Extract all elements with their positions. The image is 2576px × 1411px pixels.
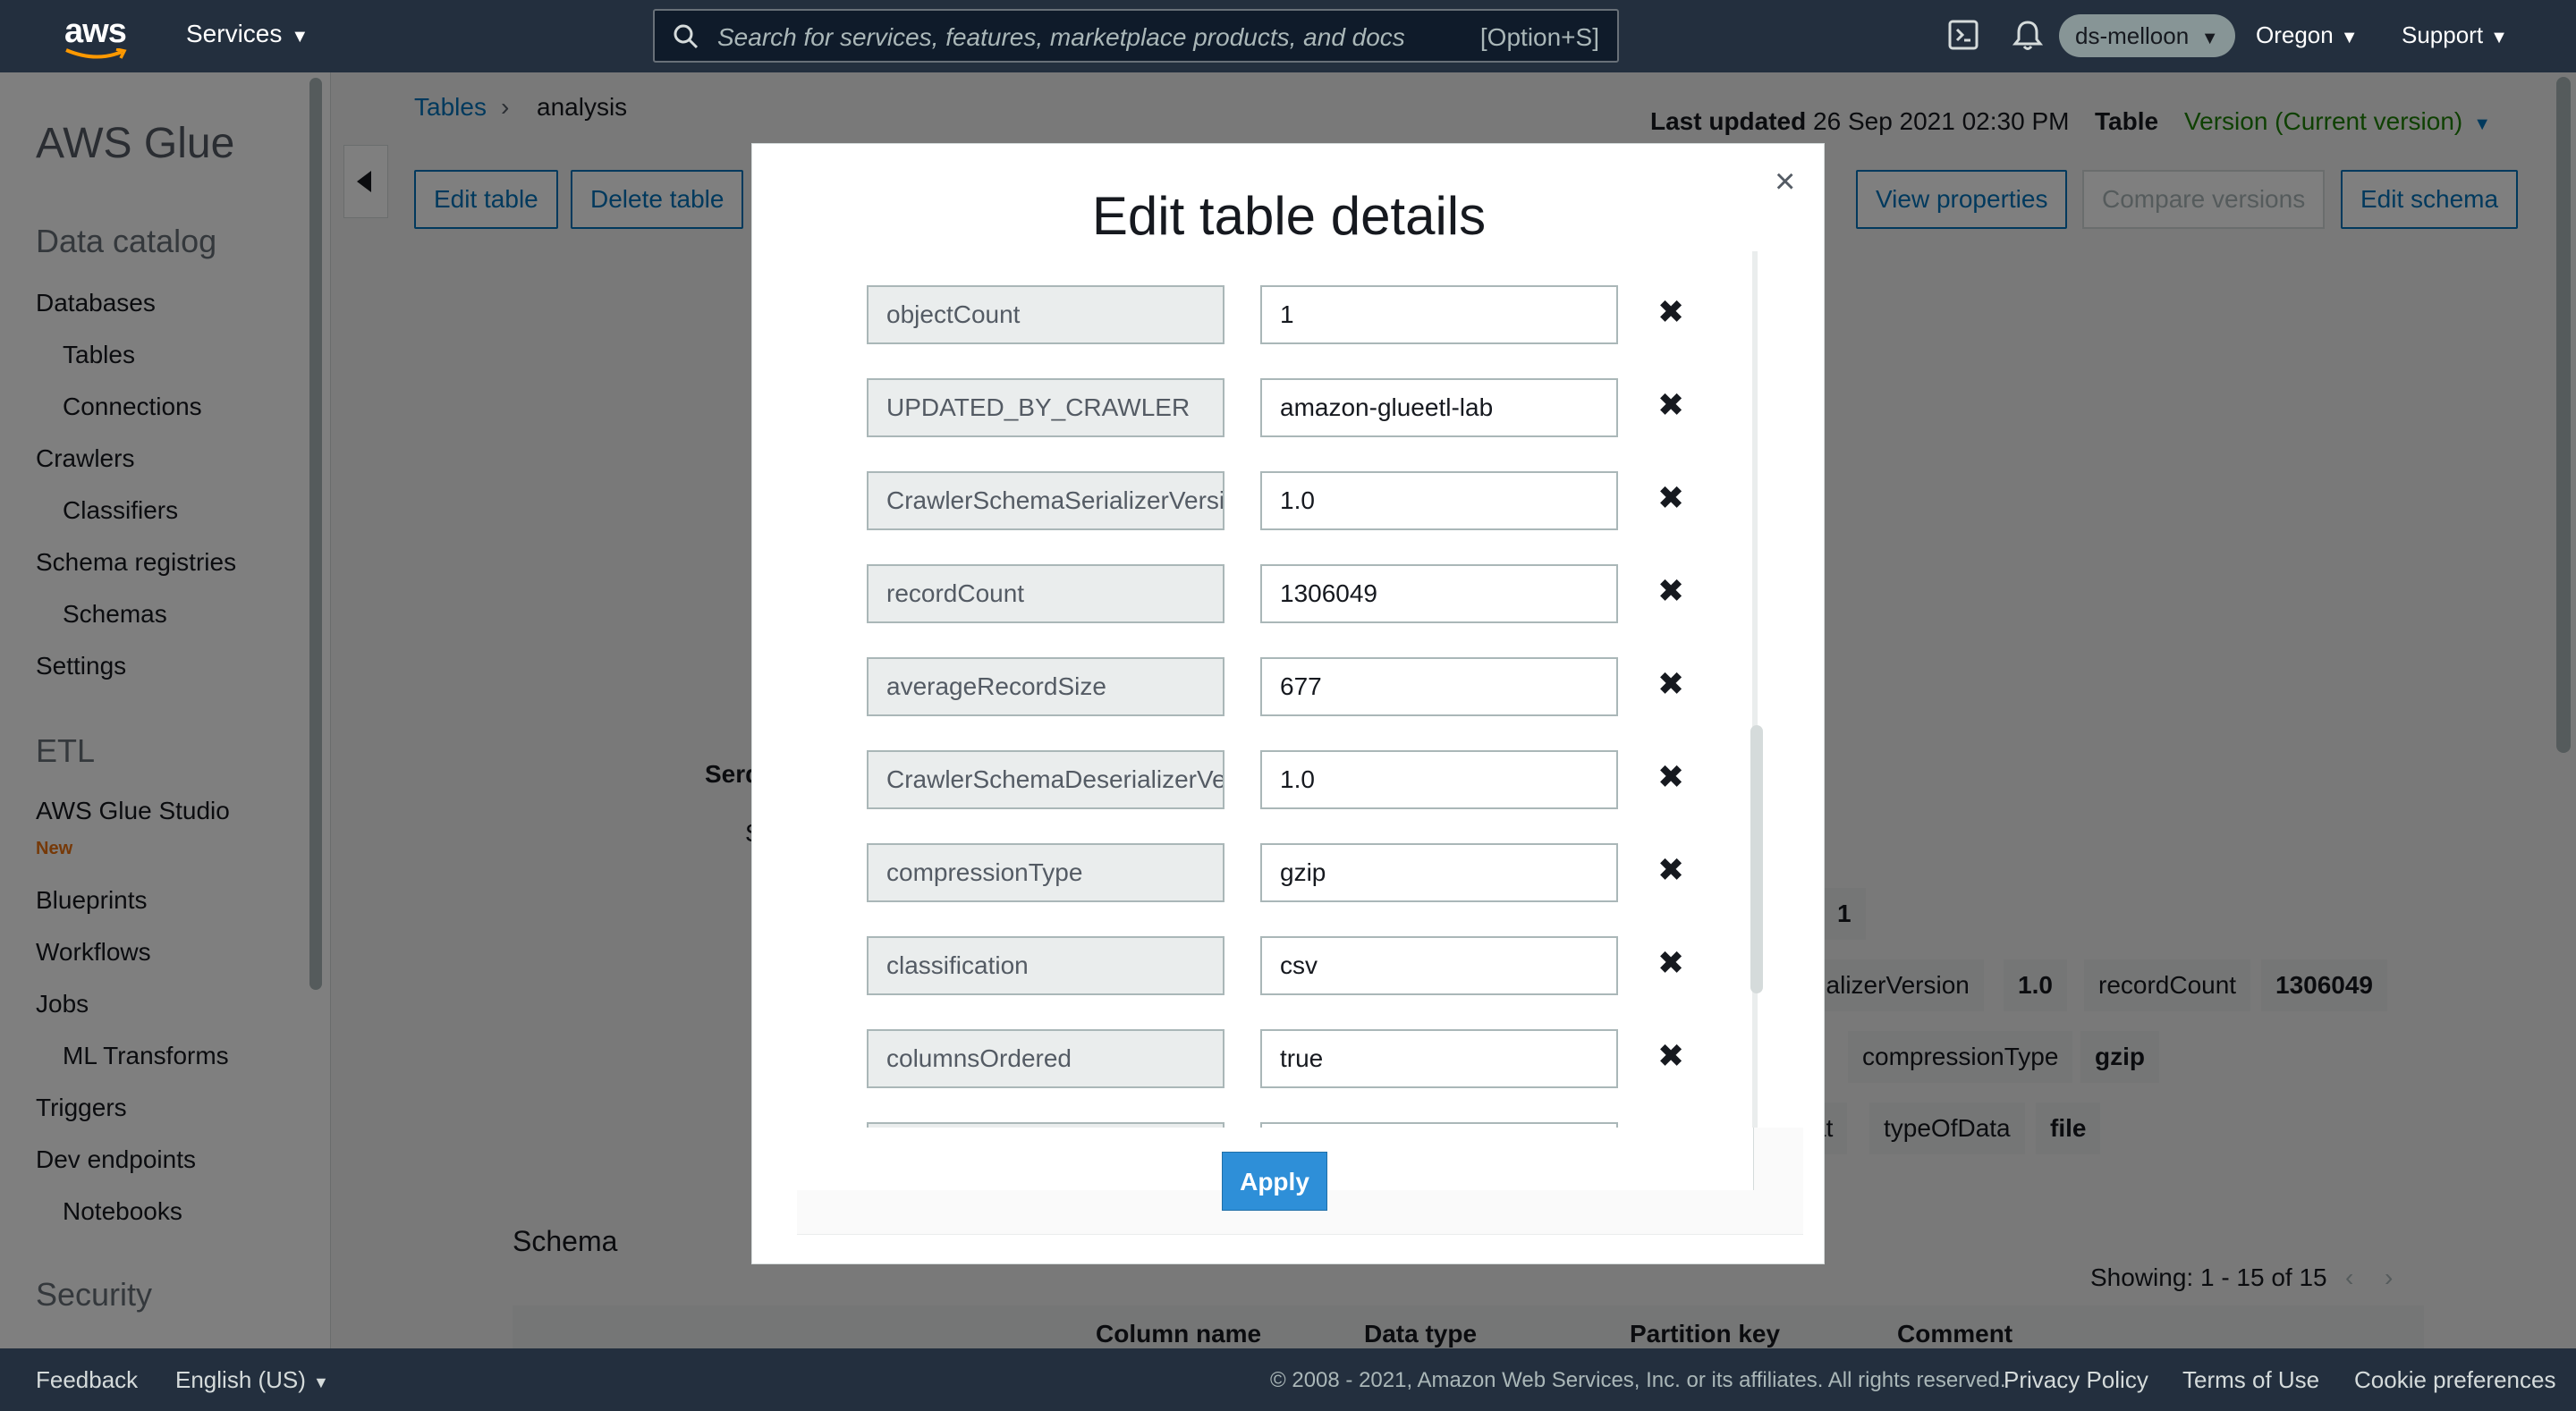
copyright-text: © 2008 - 2021, Amazon Web Services, Inc.… <box>1270 1368 2006 1392</box>
search-shortcut: [Option+S] <box>1479 23 1599 51</box>
property-value-input[interactable]: true <box>1260 1029 1618 1088</box>
property-key-field: columnsOrdered <box>867 1029 1224 1088</box>
property-row: recordCount 1306049 ✖ <box>797 564 1803 623</box>
dialog-scrollbar-thumb[interactable] <box>1750 725 1763 993</box>
remove-property-icon[interactable]: ✖ <box>1657 389 1684 421</box>
property-key-field: UPDATED_BY_CRAWLER <box>867 378 1224 437</box>
search-bar[interactable]: Search for services, features, marketpla… <box>653 9 1619 63</box>
property-value-input[interactable]: 677 <box>1260 657 1618 716</box>
property-row: columnsOrdered true ✖ <box>797 1029 1803 1088</box>
caret-down-icon: ▼ <box>2196 29 2219 48</box>
cookie-preferences-link[interactable]: Cookie preferences <box>2354 1366 2555 1394</box>
remove-property-icon[interactable]: ✖ <box>1657 1040 1684 1072</box>
caret-down-icon: ▼ <box>2490 28 2508 47</box>
cloudshell-icon[interactable] <box>1948 20 1979 50</box>
account-name: ds-melloon <box>2075 22 2190 49</box>
dialog-body: objectCount 1 ✖ UPDATED_BY_CRAWLER amazo… <box>797 251 1803 1235</box>
language-selector[interactable]: English (US) ▼ <box>175 1366 329 1394</box>
aws-logo-text: aws <box>64 13 127 50</box>
property-row: UPDATED_BY_CRAWLER amazon-glueetl-lab ✖ <box>797 378 1803 437</box>
property-row: CrawlerSchemaDeserializerVersion 1.0 ✖ <box>797 750 1803 809</box>
remove-property-icon[interactable]: ✖ <box>1657 854 1684 886</box>
property-row: objectCount 1 ✖ <box>797 285 1803 344</box>
search-input[interactable]: Search for services, features, marketpla… <box>717 23 1405 52</box>
notifications-bell-icon[interactable] <box>2012 20 2043 52</box>
language-label: English (US) <box>175 1366 306 1393</box>
property-key-field: objectCount <box>867 285 1224 344</box>
apply-button[interactable]: Apply <box>1222 1152 1327 1211</box>
aws-smile-icon <box>65 48 127 59</box>
remove-property-icon[interactable]: ✖ <box>1657 296 1684 328</box>
services-menu[interactable]: Services ▼ <box>186 20 309 48</box>
edit-table-details-dialog: × Edit table details objectCount 1 ✖ UPD… <box>751 143 1825 1264</box>
property-key-field: CrawlerSchemaSerializerVersion <box>867 471 1224 530</box>
property-value-input[interactable]: 1.0 <box>1260 471 1618 530</box>
search-icon <box>674 24 699 49</box>
account-menu[interactable]: ds-melloon ▼ <box>2059 14 2235 57</box>
property-value-input[interactable]: csv <box>1260 936 1618 995</box>
top-navigation: aws Services ▼ Search for services, featu… <box>0 0 2576 72</box>
support-label: Support <box>2402 21 2484 48</box>
property-row: compressionType gzip ✖ <box>797 843 1803 902</box>
property-value-input[interactable]: amazon-glueetl-lab <box>1260 378 1618 437</box>
property-value-input[interactable]: 1306049 <box>1260 564 1618 623</box>
feedback-link[interactable]: Feedback <box>36 1366 138 1394</box>
properties-list: objectCount 1 ✖ UPDATED_BY_CRAWLER amazo… <box>797 251 1803 1128</box>
region-label: Oregon <box>2256 21 2334 48</box>
aws-logo[interactable]: aws <box>64 13 129 59</box>
property-key-field: CrawlerSchemaDeserializerVersion <box>867 750 1224 809</box>
remove-property-icon[interactable]: ✖ <box>1657 947 1684 979</box>
property-value-input[interactable]: 1 <box>1260 285 1618 344</box>
remove-property-icon[interactable]: ✖ <box>1657 761 1684 793</box>
caret-down-icon: ▼ <box>2340 28 2359 47</box>
remove-property-icon[interactable]: ✖ <box>1657 482 1684 514</box>
remove-property-icon[interactable]: ✖ <box>1657 575 1684 607</box>
region-menu[interactable]: Oregon ▼ <box>2256 21 2359 49</box>
remove-property-icon[interactable]: ✖ <box>1657 668 1684 700</box>
services-label: Services <box>186 20 283 47</box>
property-key-field: classification <box>867 936 1224 995</box>
dialog-scrollbar-track <box>1752 251 1758 1128</box>
property-row: averageRecordSize 677 ✖ <box>797 657 1803 716</box>
privacy-policy-link[interactable]: Privacy Policy <box>2004 1366 2148 1394</box>
caret-down-icon: ▼ <box>312 1373 329 1391</box>
property-key-field: recordCount <box>867 564 1224 623</box>
terms-of-use-link[interactable]: Terms of Use <box>2182 1366 2319 1394</box>
property-row: CrawlerSchemaSerializerVersion 1.0 ✖ <box>797 471 1803 530</box>
property-key-field: averageRecordSize <box>867 657 1224 716</box>
property-key-field: compressionType <box>867 843 1224 902</box>
support-menu[interactable]: Support ▼ <box>2402 21 2508 49</box>
caret-down-icon: ▼ <box>291 27 309 46</box>
property-row: classification csv ✖ <box>797 936 1803 995</box>
dialog-title: Edit table details <box>1091 186 1487 246</box>
property-value-input[interactable]: 1.0 <box>1260 750 1618 809</box>
property-value-input[interactable]: gzip <box>1260 843 1618 902</box>
footer: Feedback English (US) ▼ © 2008 - 2021, Am… <box>0 1348 2576 1411</box>
